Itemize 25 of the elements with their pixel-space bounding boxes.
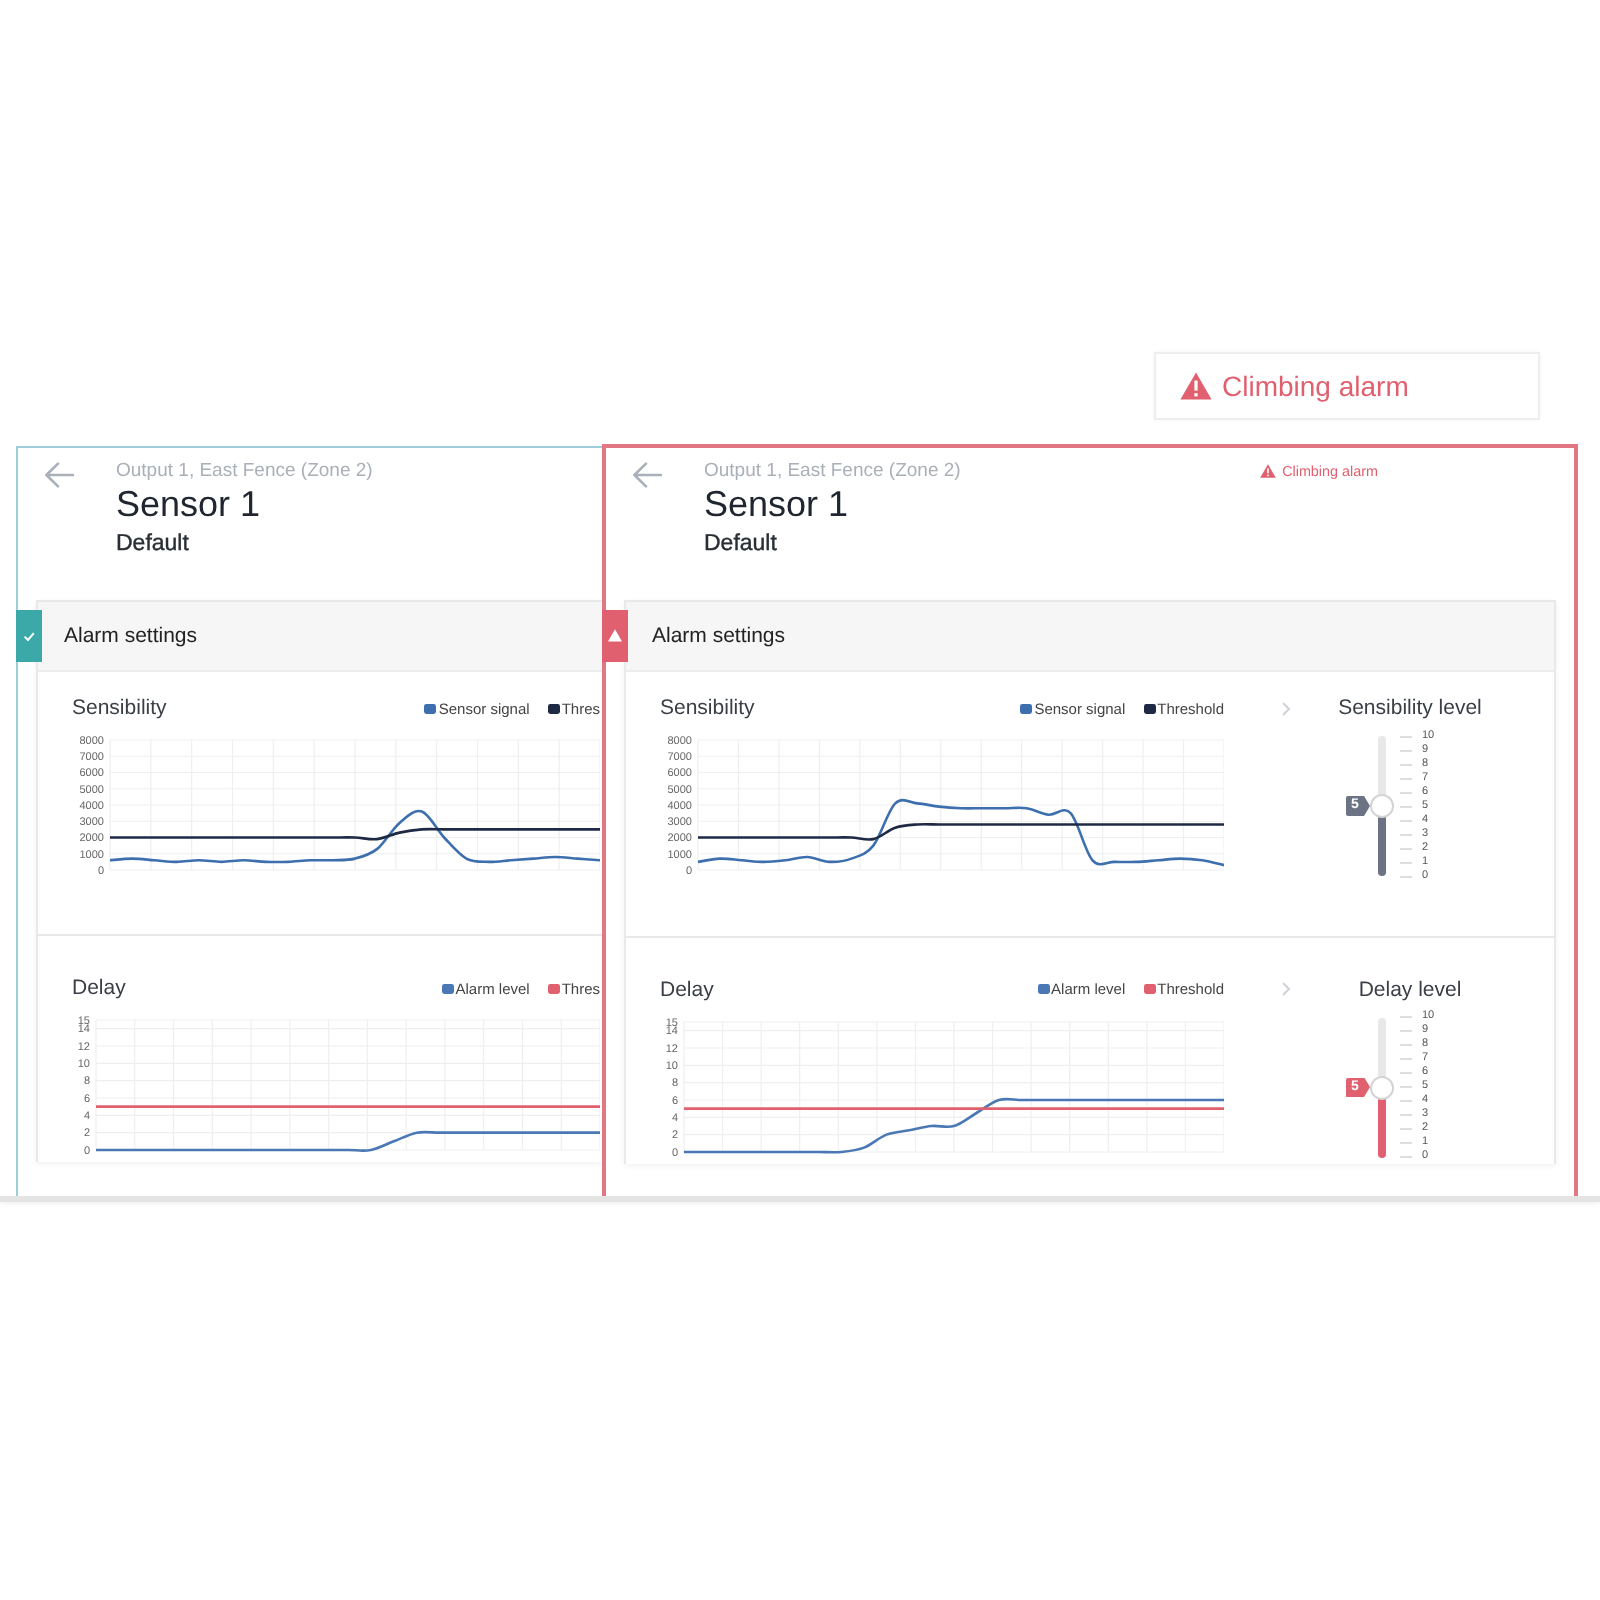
toast-text: Climbing alarm: [1222, 370, 1409, 402]
sensor-title: Sensor 1: [116, 482, 263, 526]
slider-track[interactable]: [1370, 1017, 1394, 1157]
chart-title: Sensibility: [660, 696, 755, 720]
warning-icon: [1260, 463, 1277, 477]
back-arrow-icon[interactable]: [44, 462, 74, 488]
chevron-right-icon: [1282, 982, 1290, 996]
slider-title: Sensibility level: [1336, 696, 1484, 720]
slider-thumb[interactable]: [1370, 1075, 1394, 1099]
chevron-right-icon: [1282, 701, 1290, 715]
slider-thumb[interactable]: [1370, 794, 1394, 818]
sensor-title: Sensor 1: [704, 482, 851, 526]
back-arrow-icon[interactable]: [632, 462, 662, 488]
panel-header[interactable]: Alarm settings: [626, 602, 1554, 672]
chart-title: Delay: [72, 976, 126, 1000]
chart-title: Sensibility: [72, 696, 167, 720]
slider-title: Delay level: [1356, 977, 1464, 1001]
profile-label: Default: [116, 530, 191, 558]
profile-label: Default: [704, 530, 779, 558]
warning-icon: [1180, 372, 1212, 400]
slider-track[interactable]: [1370, 736, 1394, 876]
breadcrumb-text: Output 1, East Fence (Zone 2): [116, 459, 373, 481]
chart-title: Delay: [660, 977, 714, 1001]
panel-header[interactable]: Alarm settings: [38, 602, 602, 672]
breadcrumb-text: Output 1, East Fence (Zone 2): [704, 459, 961, 481]
